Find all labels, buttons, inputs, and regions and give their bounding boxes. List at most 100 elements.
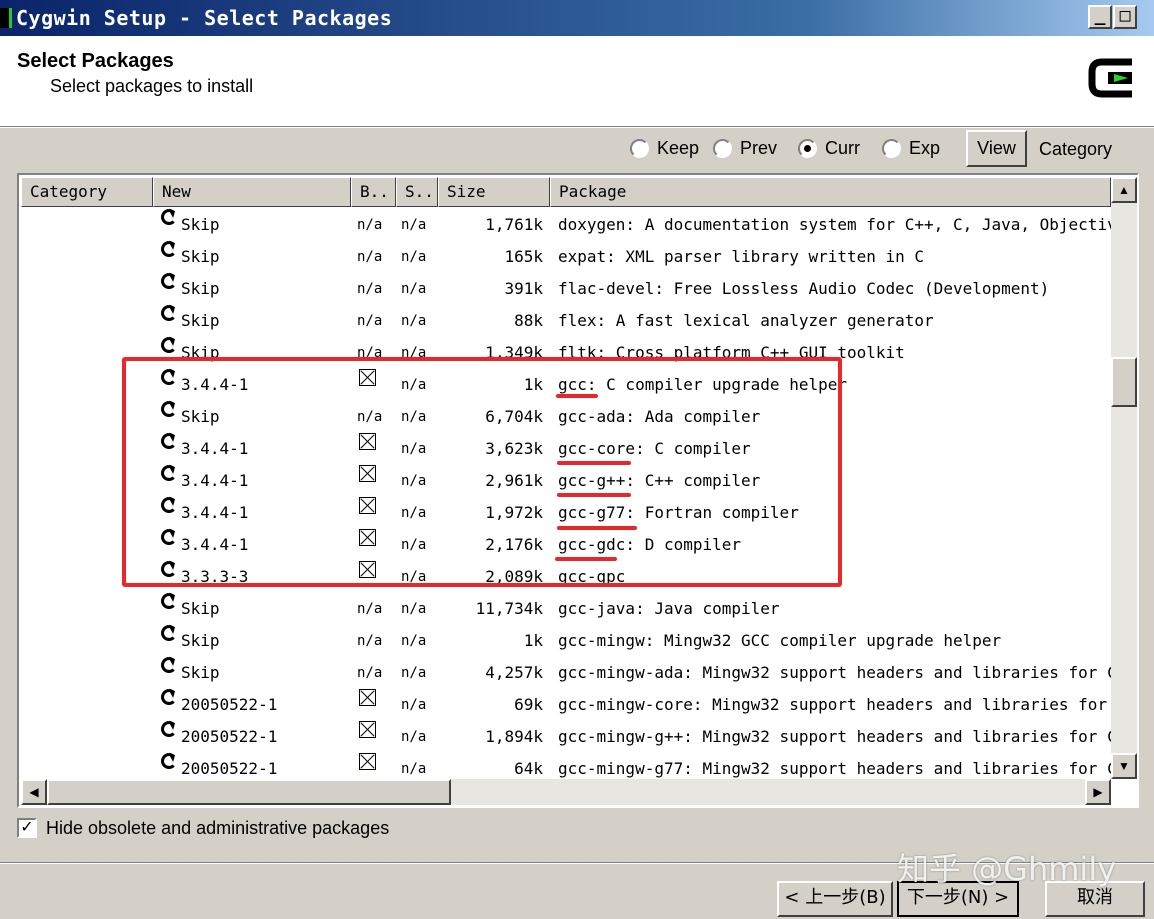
cycle-action-icon[interactable] <box>161 241 177 257</box>
cycle-action-icon[interactable] <box>161 561 177 577</box>
binary-checkbox[interactable] <box>359 753 376 770</box>
row-package: flex: A fast lexical analyzer generator <box>558 311 934 330</box>
scroll-right-arrow-icon[interactable]: ▶ <box>1085 779 1111 805</box>
row-new-action[interactable]: 3.4.4-1 <box>181 529 248 561</box>
column-header-category[interactable]: Category <box>21 177 153 207</box>
binary-checkbox[interactable] <box>359 465 376 482</box>
row-new-action[interactable]: Skip <box>181 337 220 369</box>
binary-checkbox[interactable] <box>359 721 376 738</box>
cycle-action-icon[interactable] <box>161 497 177 513</box>
table-row[interactable]: Skip n/a n/a 1,349k fltk: Cross platform C++… <box>21 337 1111 369</box>
row-new-action[interactable]: 3.4.4-1 <box>181 369 248 401</box>
cycle-action-icon[interactable] <box>161 465 177 481</box>
row-new-action[interactable]: Skip <box>181 241 220 273</box>
row-size: 1k <box>523 375 543 394</box>
table-row[interactable]: Skip n/a n/a 11,734k gcc-java: Java compiler <box>21 593 1111 625</box>
package-list[interactable]: Category New B.. S.. Size Package Skip n/… <box>17 173 1139 808</box>
column-header-size[interactable]: Size <box>438 177 550 207</box>
row-new-action[interactable]: 20050522-1 <box>181 689 277 721</box>
table-row[interactable]: 3.4.4-1 n/a 1,972k gcc-g77: Fortran compile… <box>21 497 1111 529</box>
table-row[interactable]: 3.4.4-1 n/a 3,623k gcc-core: C compiler <box>21 433 1111 465</box>
radio-keep-dot[interactable] <box>630 139 649 158</box>
view-button[interactable]: View <box>966 130 1027 167</box>
maximize-button[interactable]: □ <box>1113 5 1137 29</box>
binary-checkbox[interactable] <box>359 433 376 450</box>
table-row[interactable]: 20050522-1 n/a 1,894k gcc-mingw-g++: Mingw3… <box>21 721 1111 753</box>
column-header-package[interactable]: Package <box>550 177 1111 207</box>
table-row[interactable]: 3.3.3-3 n/a 2,089k gcc-gpc <box>21 561 1111 593</box>
row-new-action[interactable]: Skip <box>181 305 220 337</box>
table-row[interactable]: Skip n/a n/a 1,761k doxygen: A documentation… <box>21 209 1111 241</box>
table-row[interactable]: 3.4.4-1 n/a 2,176k gcc-gdc: D compiler <box>21 529 1111 561</box>
table-row[interactable]: 3.4.4-1 n/a 1k gcc: C compiler upgrade help… <box>21 369 1111 401</box>
radio-exp-dot[interactable] <box>882 139 901 158</box>
column-header-src[interactable]: S.. <box>396 177 438 207</box>
cycle-action-icon[interactable] <box>161 689 177 705</box>
binary-checkbox[interactable] <box>359 529 376 546</box>
row-package: gcc-mingw-ada: Mingw32 support headers a… <box>558 663 1111 682</box>
cycle-action-icon[interactable] <box>161 433 177 449</box>
column-header-new[interactable]: New <box>153 177 351 207</box>
binary-checkbox[interactable] <box>359 561 376 578</box>
cycle-action-icon[interactable] <box>161 209 177 225</box>
row-bin: n/a <box>357 633 383 649</box>
row-new-action[interactable]: 3.4.4-1 <box>181 497 248 529</box>
table-row[interactable]: Skip n/a n/a 6,704k gcc-ada: Ada compiler <box>21 401 1111 433</box>
vertical-scrollbar[interactable]: ▲ ▼ <box>1111 177 1137 779</box>
table-row[interactable]: Skip n/a n/a 1k gcc-mingw: Mingw32 GCC compi… <box>21 625 1111 657</box>
radio-curr-dot[interactable] <box>798 139 817 158</box>
row-bin: n/a <box>357 281 383 297</box>
hide-obsolete-checkbox[interactable]: ✓ <box>17 818 37 838</box>
row-src: n/a <box>401 313 427 329</box>
row-new-action[interactable]: Skip <box>181 273 220 305</box>
table-row[interactable]: Skip n/a n/a 391k flac-devel: Free Lossless … <box>21 273 1111 305</box>
scroll-up-arrow-icon[interactable]: ▲ <box>1111 177 1137 203</box>
row-src: n/a <box>401 537 427 553</box>
row-new-action[interactable]: 3.4.4-1 <box>181 433 248 465</box>
scroll-left-arrow-icon[interactable]: ◀ <box>21 779 47 805</box>
page-title: Select Packages <box>17 50 174 72</box>
binary-checkbox[interactable] <box>359 689 376 706</box>
table-row[interactable]: 20050522-1 n/a 69k gcc-mingw-core: Mingw32 … <box>21 689 1111 721</box>
cycle-action-icon[interactable] <box>161 721 177 737</box>
row-new-action[interactable]: 3.3.3-3 <box>181 561 248 593</box>
cycle-action-icon[interactable] <box>161 625 177 641</box>
row-new-action[interactable]: Skip <box>181 209 220 241</box>
row-new-action[interactable]: Skip <box>181 401 220 433</box>
column-header-bin[interactable]: B.. <box>351 177 396 207</box>
cycle-action-icon[interactable] <box>161 753 177 769</box>
radio-prev-dot[interactable] <box>713 139 732 158</box>
row-size: 2,089k <box>485 567 543 586</box>
table-row[interactable]: Skip n/a n/a 4,257k gcc-mingw-ada: Mingw32 s… <box>21 657 1111 689</box>
table-row[interactable]: 3.4.4-1 n/a 2,961k gcc-g++: C++ compiler <box>21 465 1111 497</box>
table-row[interactable]: 20050522-1 n/a 64k gcc-mingw-g77: Mingw32 s… <box>21 753 1111 779</box>
row-new-action[interactable]: Skip <box>181 625 220 657</box>
table-row[interactable]: Skip n/a n/a 88k flex: A fast lexical analyz… <box>21 305 1111 337</box>
vertical-scroll-thumb[interactable] <box>1111 357 1137 407</box>
row-new-action[interactable]: Skip <box>181 657 220 689</box>
cycle-action-icon[interactable] <box>161 657 177 673</box>
cycle-action-icon[interactable] <box>161 369 177 385</box>
row-src: n/a <box>401 633 427 649</box>
minimize-button[interactable]: _ <box>1088 5 1112 29</box>
cycle-action-icon[interactable] <box>161 593 177 609</box>
cycle-action-icon[interactable] <box>161 401 177 417</box>
row-new-action[interactable]: Skip <box>181 593 220 625</box>
wizard-header: Select Packages Select packages to insta… <box>0 36 1154 126</box>
row-new-action[interactable]: 3.4.4-1 <box>181 465 248 497</box>
row-new-action[interactable]: 20050522-1 <box>181 753 277 779</box>
cycle-action-icon[interactable] <box>161 337 177 353</box>
cycle-action-icon[interactable] <box>161 529 177 545</box>
binary-checkbox[interactable] <box>359 497 376 514</box>
binary-checkbox[interactable] <box>359 369 376 386</box>
row-size: 6,704k <box>485 407 543 426</box>
row-new-action[interactable]: 20050522-1 <box>181 721 277 753</box>
back-button[interactable]: < 上一步(B) <box>777 881 893 917</box>
cycle-action-icon[interactable] <box>161 305 177 321</box>
horizontal-scrollbar[interactable]: ◀ ▶ <box>21 779 1111 805</box>
table-row[interactable]: Skip n/a n/a 165k expat: XML parser library … <box>21 241 1111 273</box>
horizontal-scroll-thumb[interactable] <box>47 779 451 805</box>
row-bin: n/a <box>357 313 383 329</box>
cycle-action-icon[interactable] <box>161 273 177 289</box>
scroll-down-arrow-icon[interactable]: ▼ <box>1111 753 1137 779</box>
